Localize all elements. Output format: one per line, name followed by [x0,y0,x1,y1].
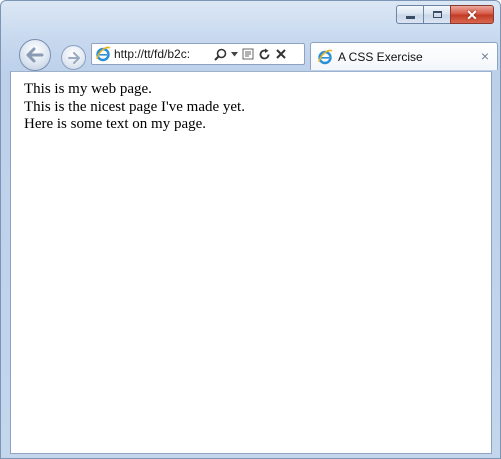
url-text[interactable]: http://tt/fd/b2c: [114,47,210,61]
navigation-bar: http://tt/fd/b2c: A CSS Exercise × [1,39,501,71]
page-text-line: This is the nicest page I've made yet. [24,98,245,115]
forward-button[interactable] [61,45,86,70]
back-button[interactable] [19,39,51,71]
search-icon[interactable] [214,48,227,61]
refresh-icon[interactable] [258,48,271,61]
browser-window: ✕ http://tt/fd/b2c: A CSS Exercise × Thi… [0,0,501,459]
ie-logo-icon [318,49,333,64]
page-text-line: This is my web page. [24,81,152,97]
page-text-line: Here is some text on my page. [24,116,207,132]
minimize-icon [405,16,415,19]
stop-icon[interactable] [275,48,287,60]
maximize-icon [432,11,442,18]
close-button[interactable]: ✕ [450,5,494,24]
tab-close-icon[interactable]: × [481,48,489,64]
minimize-button[interactable] [396,5,424,24]
maximize-button[interactable] [423,5,451,24]
address-bar[interactable]: http://tt/fd/b2c: [91,43,305,65]
dropdown-icon[interactable] [231,51,238,57]
tab-title: A CSS Exercise [338,49,423,64]
close-icon: ✕ [466,6,478,23]
ie-logo-icon [96,46,111,62]
compatibility-view-icon[interactable] [242,48,254,60]
back-arrow-icon [26,47,44,63]
tab-active[interactable]: A CSS Exercise × [310,42,498,70]
caption-buttons: ✕ [396,5,494,24]
address-tools [214,48,287,61]
forward-arrow-icon [67,51,80,64]
page-content: This is my web page. This is the nicest … [10,71,492,454]
